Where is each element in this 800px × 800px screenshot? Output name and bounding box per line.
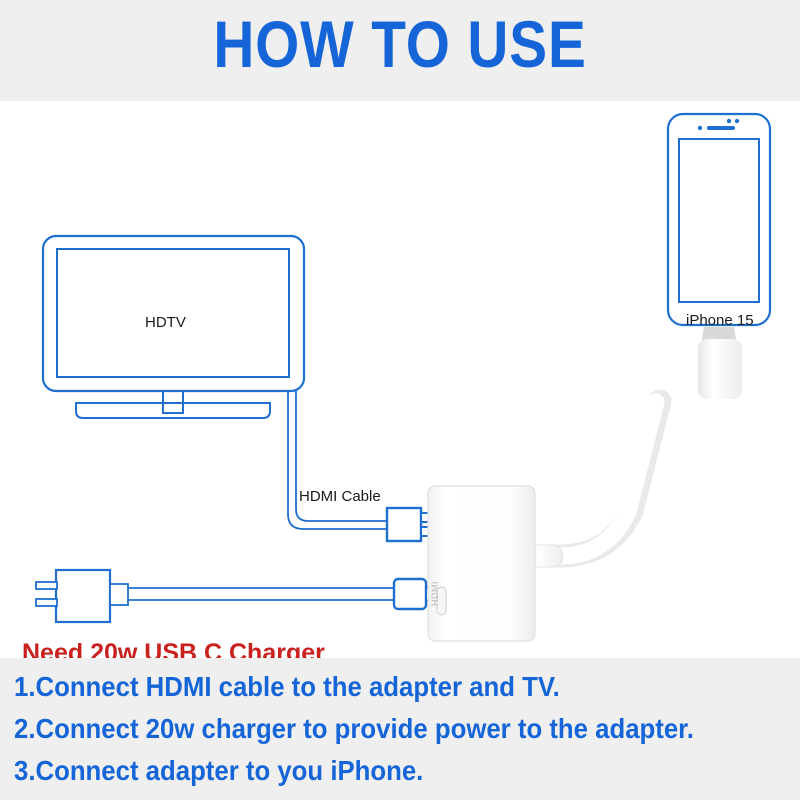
instruction-step-3: 3.Connect adapter to you iPhone. [14,755,424,786]
connection-diagram-svg [35,112,772,642]
charger-graphic [35,568,129,624]
hdtv-screen [56,248,290,378]
instruction-step-1: 1.Connect HDMI cable to the adapter and … [14,671,560,702]
charger-body [54,568,112,624]
iphone-body [666,112,772,327]
hdmi-cable-graphic [287,391,434,543]
hdtv-base [75,402,271,419]
usbc-plug-body [392,577,428,611]
iphone-sensor-dot-left [726,118,732,124]
hdmi-plug-body [385,506,423,543]
footer-band: 1.Connect HDMI cable to the adapter and … [0,658,800,800]
iphone-camera-icon [697,125,703,131]
charger-cable-nub [109,583,129,606]
adapter-hdmi-port-label: HDMI [430,581,440,606]
diagram-area: HDTV iPhone 15 HDMI Cable USB C cable Ch… [0,101,800,740]
adapter-graphic [427,389,672,642]
hdmi-cable-label: HDMI Cable [299,488,381,505]
usbc-connector-housing [698,339,742,399]
hdmi-cable-edge-outer [287,391,388,530]
charger-prong-bottom [35,598,58,607]
hdtv-screen-label: HDTV [145,314,186,331]
iphone-earpiece [707,126,735,130]
adapter-body [427,485,536,642]
iphone-sensor-dot-right [734,118,740,124]
page-title: HOW TO USE [213,7,587,81]
header-band: HOW TO USE [0,0,800,101]
usbc-cable-graphic [128,577,438,611]
instruction-step-2: 2.Connect 20w charger to provide power t… [14,713,694,744]
how-to-use-page: HOW TO USE HDTV iPhone 15 HDMI Cable HDM… [0,0,800,800]
iphone-screen-label: iPhone 15 [686,312,754,329]
instruction-list: 1.Connect HDMI cable to the adapter and … [14,666,794,792]
charger-prong-top [35,581,58,590]
iphone-graphic [666,112,772,399]
adapter-cable [519,393,665,565]
